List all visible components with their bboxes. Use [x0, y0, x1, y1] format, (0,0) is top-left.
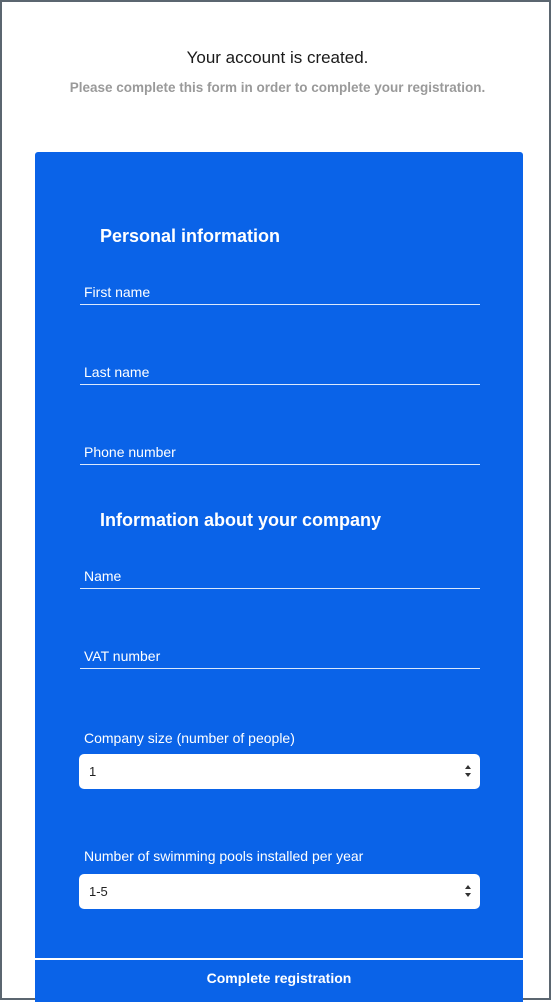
- pools-per-year-label: Number of swimming pools installed per y…: [84, 848, 364, 864]
- vat-number-field[interactable]: [80, 646, 480, 669]
- last-name-input[interactable]: [80, 362, 480, 382]
- first-name-field[interactable]: [80, 282, 480, 305]
- pools-per-year-value: 1-5: [89, 884, 108, 899]
- company-size-label: Company size (number of people): [84, 730, 295, 746]
- page-subtitle: Please complete this form in order to co…: [69, 80, 486, 95]
- pools-per-year-select[interactable]: 1-5: [79, 874, 480, 909]
- company-size-value: 1: [89, 764, 97, 779]
- personal-info-heading: Personal information: [100, 226, 281, 246]
- phone-number-field[interactable]: [80, 442, 480, 465]
- phone-number-input[interactable]: [80, 442, 480, 462]
- page-title: Your account is created.: [186, 48, 369, 67]
- company-info-heading: Information about your company: [100, 510, 382, 530]
- first-name-input[interactable]: [80, 282, 480, 302]
- company-size-select[interactable]: 1: [79, 754, 480, 789]
- select-arrows-icon: [465, 765, 471, 777]
- company-name-field[interactable]: [80, 566, 480, 589]
- last-name-field[interactable]: [80, 362, 480, 385]
- company-name-input[interactable]: [80, 566, 480, 586]
- complete-registration-button[interactable]: Complete registration: [35, 958, 523, 996]
- select-arrows-icon: [465, 885, 471, 897]
- vat-number-input[interactable]: [80, 646, 480, 666]
